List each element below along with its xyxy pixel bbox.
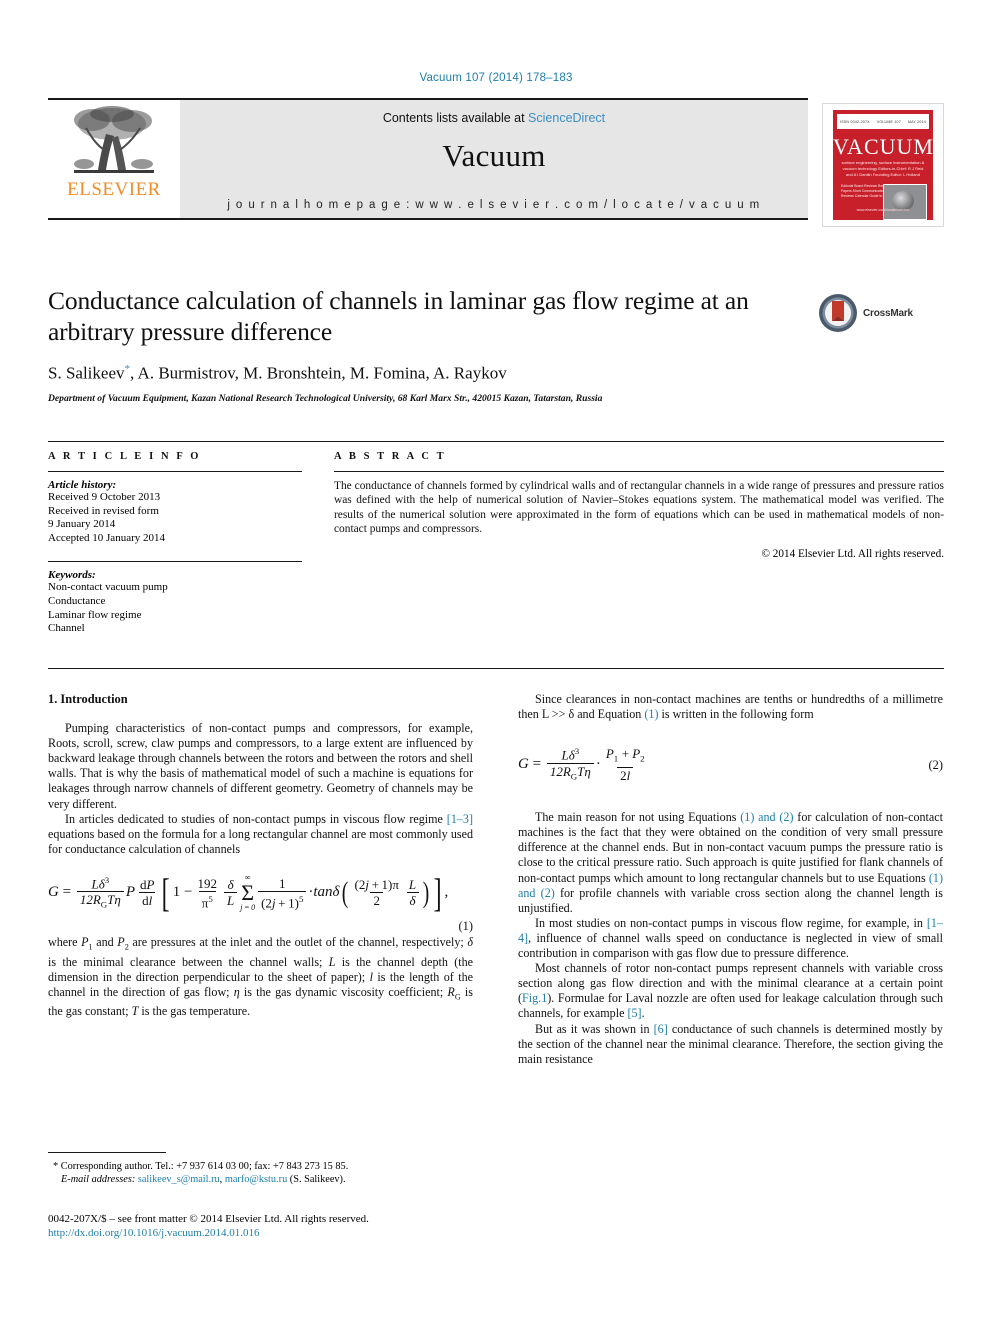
abstract-column: A B S T R A C T The conductance of chann… <box>318 442 944 668</box>
keyword-item: Laminar flow regime <box>48 608 142 621</box>
divider <box>334 471 944 472</box>
paragraph: In articles dedicated to studies of non-… <box>48 812 473 857</box>
paragraph-part: equations based on the formula for a lon… <box>48 826 473 856</box>
email-link-1[interactable]: salikeev_s@mail.ru <box>138 1174 220 1185</box>
paragraph-part: In articles dedicated to studies of non-… <box>65 811 447 826</box>
history-item: Received in revised form <box>48 504 159 517</box>
crossmark-icon <box>819 294 857 332</box>
abstract-copyright: © 2014 Elsevier Ltd. All rights reserved… <box>761 547 945 560</box>
history-item: Accepted 10 January 2014 <box>48 531 165 544</box>
keyword-item: Conductance <box>48 594 106 607</box>
cover-volume: VOLUME 107 <box>876 119 901 124</box>
page-footer: 0042-207X/$ – see front matter © 2014 El… <box>48 1212 648 1240</box>
cover-issn: ISSN 0042-207X <box>840 119 870 124</box>
left-column: 1. Introduction Pumping characteristics … <box>48 692 473 1019</box>
citation-ref[interactable]: [1–3] <box>447 812 473 826</box>
paragraph: Pumping characteristics of non-contact p… <box>48 721 473 811</box>
divider <box>48 471 302 472</box>
journal-masthead: ELSEVIER Contents lists available at Sci… <box>48 98 808 220</box>
equation-ref[interactable]: (1) and (2) <box>740 810 793 824</box>
email-tail: (S. Salikeev). <box>287 1174 346 1185</box>
email-label: E-mail addresses: <box>61 1174 136 1185</box>
page-title: Conductance calculation of channels in l… <box>48 286 749 346</box>
divider <box>48 561 302 563</box>
author-list: S. Salikeev*, A. Burmistrov, M. Bronshte… <box>48 363 808 384</box>
cover-title: VACUUM <box>833 134 934 159</box>
equation-2: G = Lδ3 12RGTη · P1 + P2 2l (2) <box>518 744 943 790</box>
right-column: Since clearances in non-contact machines… <box>518 692 943 1067</box>
keyword-item: Channel <box>48 622 85 635</box>
contents-prefix: Contents lists available at <box>382 111 529 125</box>
article-info-heading: A R T I C L E I N F O <box>48 451 202 462</box>
article-header: Conductance calculation of channels in l… <box>48 285 808 404</box>
equation-1: G = Lδ3 12RGTη P dP dl [ 1 − 192 π5 δL ∞ Σ … <box>48 869 473 932</box>
paragraph-part: In most studies on non-contact pumps in … <box>535 915 927 930</box>
elsevier-logo: ELSEVIER <box>48 100 180 218</box>
paragraph-part: ). Formulae for Laval nozzle are often u… <box>518 991 943 1021</box>
figure-ref[interactable]: Fig.1 <box>522 991 547 1005</box>
paragraph-part: is written in the following form <box>658 707 814 722</box>
paragraph: Since clearances in non-contact machines… <box>518 692 943 722</box>
paper-page: Vacuum 107 (2014) 178–183 ELSEVIER Conte… <box>0 0 992 1323</box>
abstract-text: The conductance of channels formed by cy… <box>334 480 944 536</box>
affiliation: Department of Vacuum Equipment, Kazan Na… <box>48 392 603 404</box>
history-item: Received 9 October 2013 <box>48 491 161 503</box>
masthead-center: Contents lists available at ScienceDirec… <box>180 100 808 218</box>
journal-homepage[interactable]: j o u r n a l h o m e p a g e : w w w . … <box>180 199 808 211</box>
paragraph-part: But as it was shown in <box>535 1021 654 1036</box>
doi-link[interactable]: http://dx.doi.org/10.1016/j.vacuum.2014.… <box>48 1226 648 1240</box>
equation-1-body: G = Lδ3 12RGTη P dP dl [ 1 − 192 π5 δL ∞ Σ … <box>48 869 449 915</box>
journal-cover-thumbnail: ISSN 0042-207X VOLUME 107 MAY 2014 VACUU… <box>822 103 944 227</box>
corresponding-author-note: * Corresponding author. Tel.: +7 937 614… <box>53 1161 349 1172</box>
cover-micrograph-image <box>883 184 927 220</box>
equation-2-number: (2) <box>928 758 943 773</box>
contents-available-line: Contents lists available at ScienceDirec… <box>180 100 808 125</box>
cover-body: ISSN 0042-207X VOLUME 107 MAY 2014 VACUU… <box>833 110 933 220</box>
crossmark-label: CrossMark <box>863 307 913 319</box>
footnote-divider <box>48 1152 166 1153</box>
paragraph-where: where P1 and P2 are pressures at the inl… <box>48 935 473 1019</box>
paragraph: The main reason for not using Equations … <box>518 810 943 916</box>
author-first: S. Salikeev <box>48 363 125 383</box>
elsevier-wordmark: ELSEVIER <box>67 179 161 200</box>
citation-ref[interactable]: [6] <box>654 1022 668 1036</box>
equation-1-number: (1) <box>458 918 473 933</box>
sciencedirect-link[interactable]: ScienceDirect <box>528 111 605 125</box>
section-heading-introduction: 1. Introduction <box>48 692 128 706</box>
paragraph-part: for profile channels with variable cross… <box>518 885 944 915</box>
equation-2-body: G = Lδ3 12RGTη · P1 + P2 2l <box>518 745 645 783</box>
paragraph: But as it was shown in [6] conductance o… <box>518 1022 943 1067</box>
paragraph: Most channels of rotor non-contact pumps… <box>518 961 943 1021</box>
abstract-heading: A B S T R A C T <box>334 451 447 462</box>
paragraph-part: . <box>641 1006 645 1021</box>
equation-ref[interactable]: (1) <box>644 707 658 721</box>
journal-title: Vacuum <box>442 138 546 173</box>
footnote-block: * Corresponding author. Tel.: +7 937 614… <box>48 1152 473 1186</box>
email-link-2[interactable]: marfo@kstu.ru <box>225 1174 287 1185</box>
issn-copyright-line: 0042-207X/$ – see front matter © 2014 El… <box>48 1213 369 1225</box>
email-note: E-mail addresses: salikeev_s@mail.ru, ma… <box>48 1173 473 1186</box>
keywords-group: Keywords: Non-contact vacuum pump Conduc… <box>48 569 302 635</box>
article-info-column: A R T I C L E I N F O Article history: R… <box>48 442 318 668</box>
cover-footer-url: www.elsevier.com/locate/vacuum <box>856 208 910 212</box>
cover-date: MAY 2014 <box>907 119 926 124</box>
crossmark-badge[interactable]: CrossMark <box>818 293 913 333</box>
paragraph-part: , influence of channel walls speed on co… <box>518 930 943 961</box>
cover-subtitle: surface engineering, surface instrumenta… <box>841 160 925 177</box>
authors-remaining: , A. Burmistrov, M. Bronshtein, M. Fomin… <box>130 363 507 383</box>
keywords-title: Keywords: <box>48 569 96 582</box>
paragraph: In most studies on non-contact pumps in … <box>518 916 943 961</box>
elsevier-tree-icon <box>74 106 154 173</box>
citation-ref[interactable]: [5] <box>627 1006 641 1020</box>
article-history-title: Article history: <box>48 479 117 491</box>
history-item: 9 January 2014 <box>48 518 116 531</box>
article-info-abstract-block: A R T I C L E I N F O Article history: R… <box>48 441 944 669</box>
keyword-item: Non-contact vacuum pump <box>48 581 168 594</box>
paragraph-part: The main reason for not using Equations <box>535 810 741 825</box>
cover-top-bar: ISSN 0042-207X VOLUME 107 MAY 2014 <box>837 114 929 129</box>
running-head: Vacuum 107 (2014) 178–183 <box>419 72 573 84</box>
